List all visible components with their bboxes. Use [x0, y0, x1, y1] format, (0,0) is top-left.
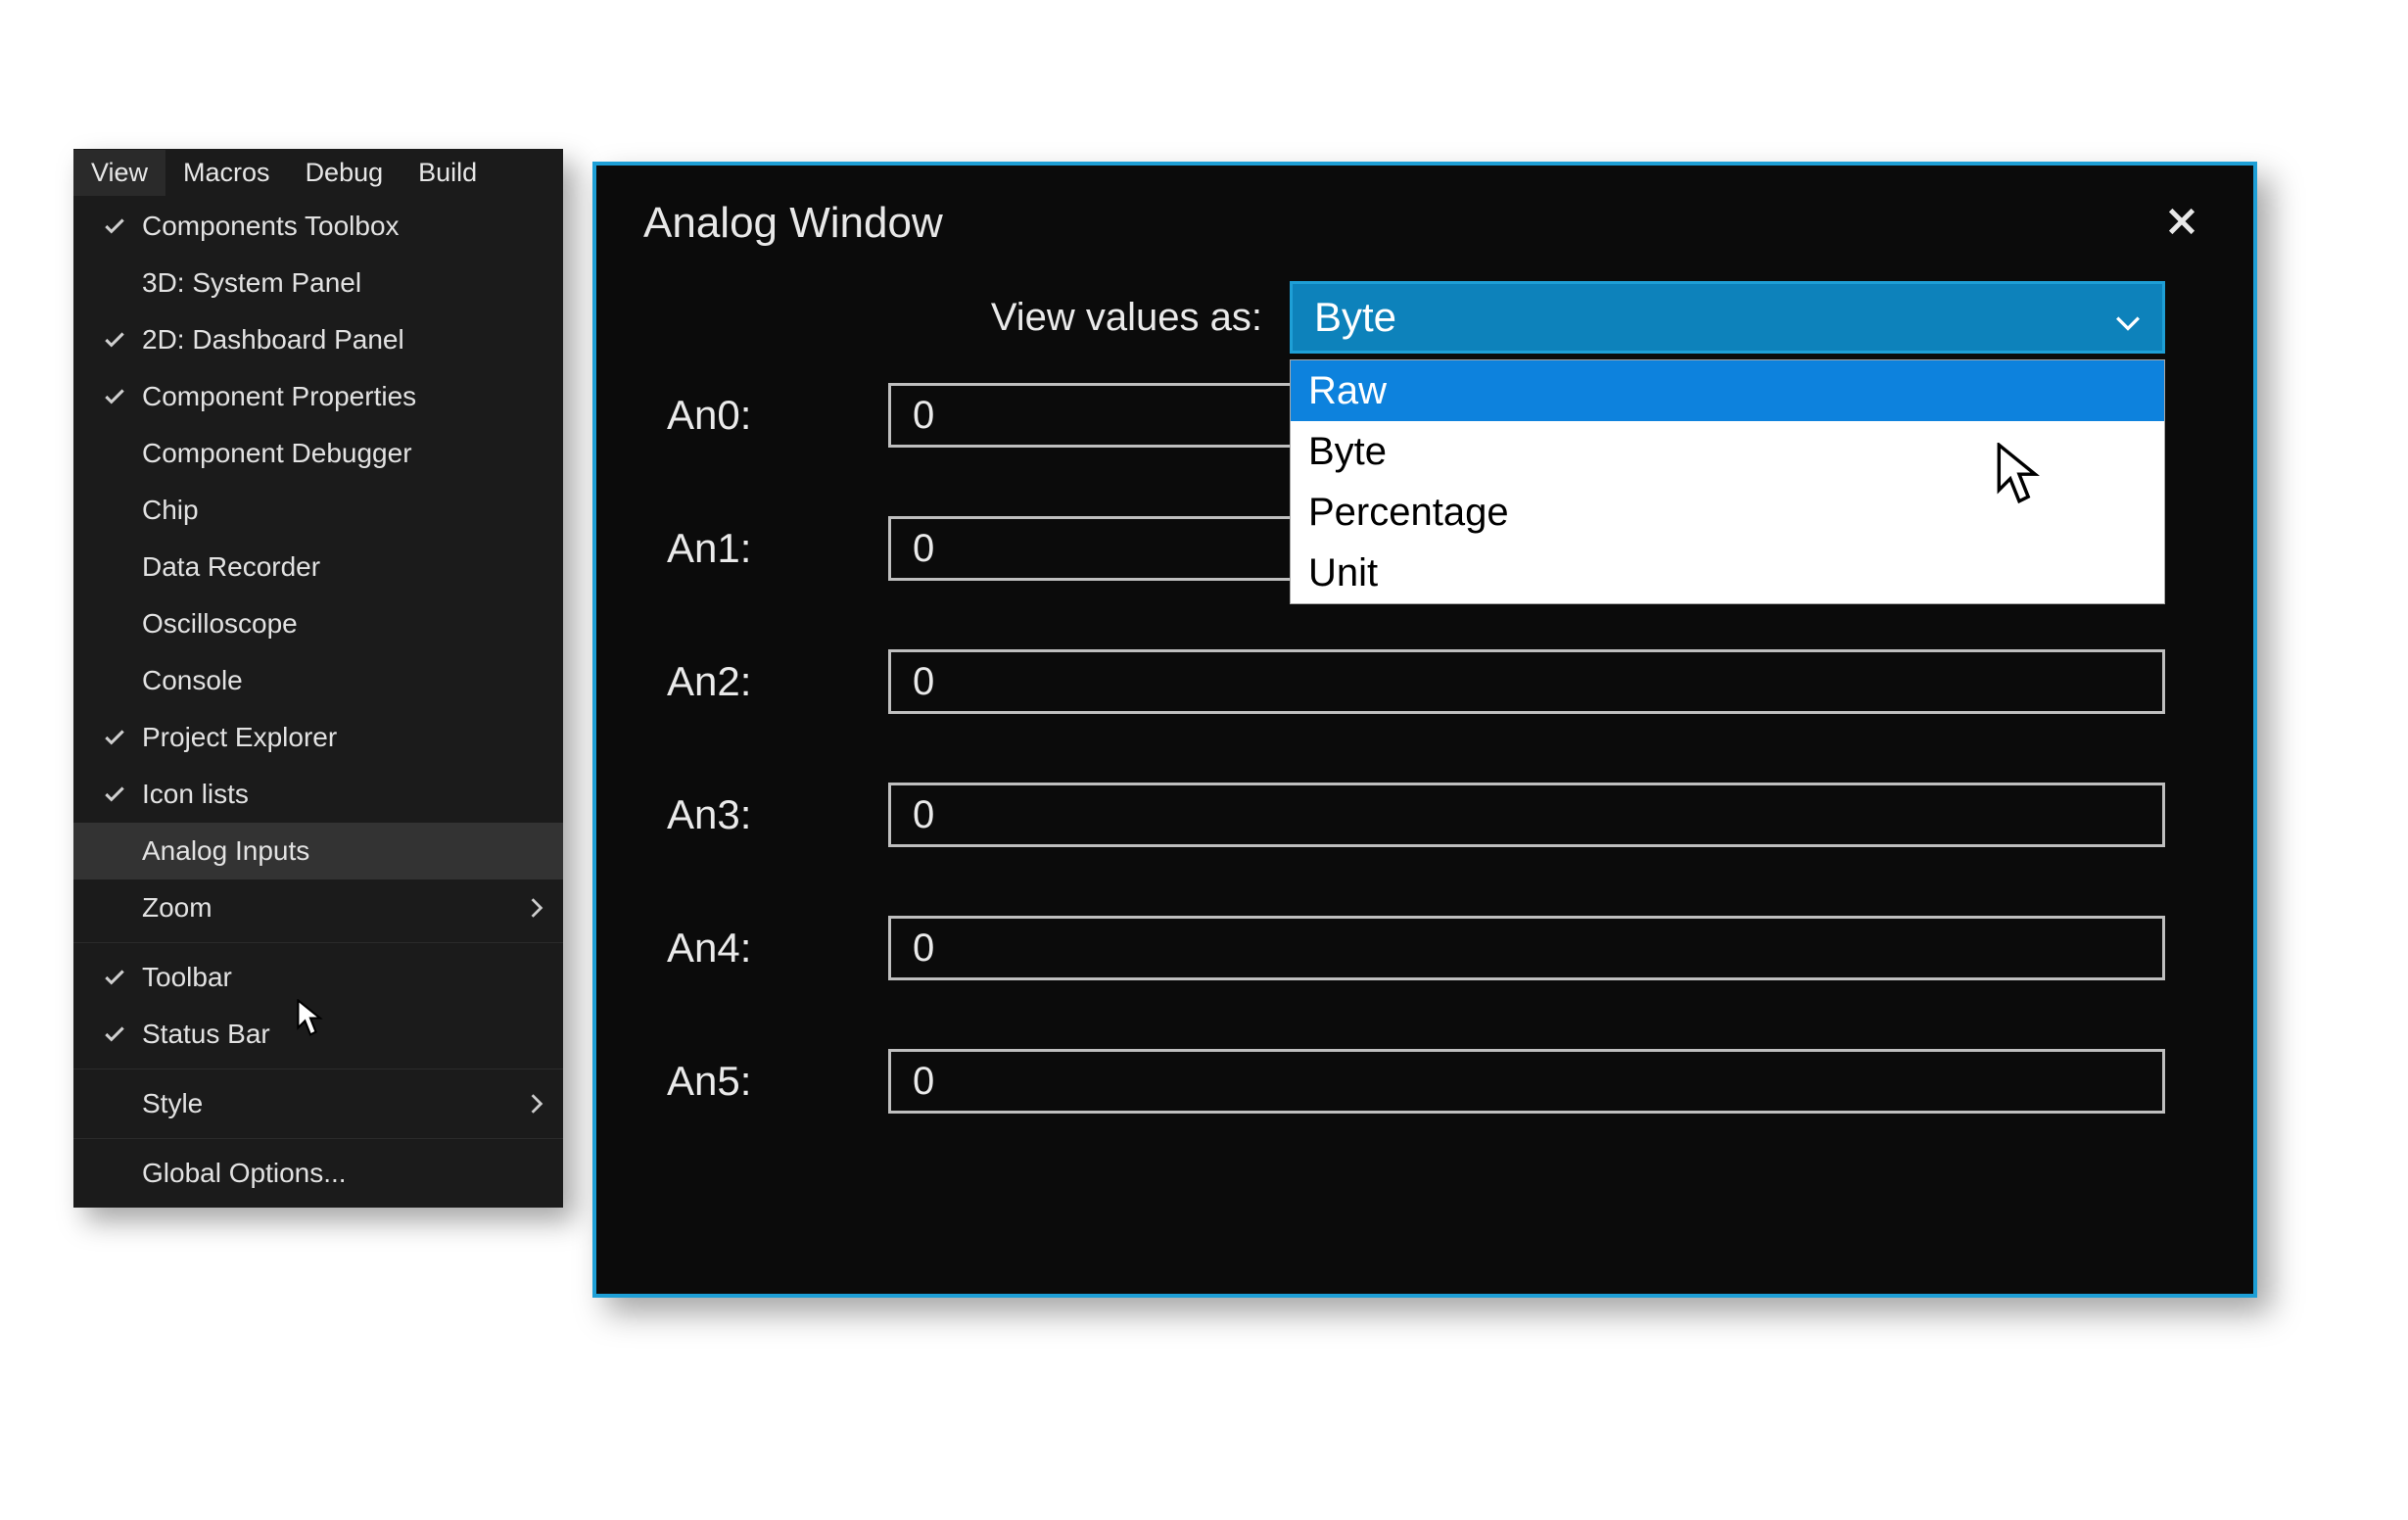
close-icon	[2165, 205, 2198, 243]
view-menu-body: Components Toolbox 3D: System Panel 2D: …	[73, 196, 563, 1208]
view-menu-panel: View Macros Debug Build Components Toolb…	[73, 149, 563, 1208]
menu-item-label: Project Explorer	[142, 722, 547, 753]
check-icon	[87, 725, 142, 750]
check-icon	[87, 1021, 142, 1047]
menu-item-analog-inputs[interactable]: Analog Inputs	[73, 823, 563, 879]
combo-dropdown-list: Raw Byte Percentage Unit	[1290, 359, 2165, 604]
menu-separator	[73, 942, 563, 943]
channel-value-an2[interactable]: 0	[888, 649, 2165, 714]
menubar: View Macros Debug Build	[73, 149, 563, 196]
chevron-right-icon	[526, 1093, 547, 1115]
menu-item-global-options[interactable]: Global Options...	[73, 1145, 563, 1202]
channel-label-an3: An3:	[667, 791, 804, 838]
channel-value-an3[interactable]: 0	[888, 783, 2165, 847]
menu-item-label: Data Recorder	[142, 551, 547, 583]
menu-item-label: Chip	[142, 495, 547, 526]
menu-item-label: Status Bar	[142, 1019, 547, 1050]
channel-label-an1: An1:	[667, 525, 804, 572]
menu-item-console[interactable]: Console	[73, 652, 563, 709]
menu-item-icon-lists[interactable]: Icon lists	[73, 766, 563, 823]
menu-item-toolbar[interactable]: Toolbar	[73, 949, 563, 1006]
channel-value-an4[interactable]: 0	[888, 916, 2165, 980]
channel-label-an2: An2:	[667, 658, 804, 705]
menu-item-label: Components Toolbox	[142, 211, 547, 242]
chevron-right-icon	[526, 897, 547, 919]
menu-item-data-recorder[interactable]: Data Recorder	[73, 539, 563, 595]
menubar-item-view[interactable]: View	[73, 150, 165, 196]
menu-item-style[interactable]: Style	[73, 1075, 563, 1132]
menu-item-label: Console	[142, 665, 547, 696]
check-icon	[87, 965, 142, 990]
menu-item-3d-system-panel[interactable]: 3D: System Panel	[73, 255, 563, 311]
menu-item-label: Icon lists	[142, 779, 547, 810]
view-values-as-label: View values as:	[685, 296, 1262, 340]
channel-value-an5[interactable]: 0	[888, 1049, 2165, 1114]
check-icon	[87, 327, 142, 353]
check-icon	[87, 782, 142, 807]
combo-selected-text: Byte	[1314, 294, 1396, 341]
analog-window-title: Analog Window	[643, 199, 943, 248]
menu-item-component-properties[interactable]: Component Properties	[73, 368, 563, 425]
channel-label-an0: An0:	[667, 392, 804, 439]
menu-item-label: 3D: System Panel	[142, 267, 547, 299]
combo-option-unit[interactable]: Unit	[1291, 543, 2164, 603]
menu-separator	[73, 1138, 563, 1139]
menu-item-label: Global Options...	[142, 1158, 547, 1189]
menu-item-label: Component Debugger	[142, 438, 547, 469]
channel-label-an5: An5:	[667, 1058, 804, 1105]
menu-item-component-debugger[interactable]: Component Debugger	[73, 425, 563, 482]
menu-item-label: Analog Inputs	[142, 835, 547, 867]
chevron-down-icon	[2115, 294, 2141, 341]
menu-item-status-bar[interactable]: Status Bar	[73, 1006, 563, 1063]
check-icon	[87, 214, 142, 239]
channel-label-an4: An4:	[667, 925, 804, 972]
check-icon	[87, 384, 142, 409]
combo-option-percentage[interactable]: Percentage	[1291, 482, 2164, 543]
menu-item-2d-dashboard-panel[interactable]: 2D: Dashboard Panel	[73, 311, 563, 368]
menu-item-label: Toolbar	[142, 962, 547, 993]
menu-item-oscilloscope[interactable]: Oscilloscope	[73, 595, 563, 652]
menu-item-zoom[interactable]: Zoom	[73, 879, 563, 936]
analog-window-titlebar: Analog Window	[596, 166, 2253, 277]
menu-item-label: Style	[142, 1088, 526, 1119]
combo-option-raw[interactable]: Raw	[1291, 360, 2164, 421]
menubar-item-build[interactable]: Build	[401, 150, 495, 196]
menu-item-label: Oscilloscope	[142, 608, 547, 640]
analog-channel-row: An2: 0	[667, 649, 2165, 714]
combo-option-byte[interactable]: Byte	[1291, 421, 2164, 482]
analog-channel-row: An3: 0	[667, 783, 2165, 847]
view-values-as-row: View values as: Byte Raw Byte Percentage…	[596, 277, 2253, 354]
analog-channel-row: An5: 0	[667, 1049, 2165, 1114]
view-values-as-combo[interactable]: Byte Raw Byte Percentage Unit	[1290, 281, 2165, 354]
menu-item-components-toolbox[interactable]: Components Toolbox	[73, 198, 563, 255]
menubar-item-macros[interactable]: Macros	[165, 150, 288, 196]
analog-window: Analog Window View values as: Byte Raw B…	[592, 162, 2257, 1298]
menu-item-chip[interactable]: Chip	[73, 482, 563, 539]
menu-item-project-explorer[interactable]: Project Explorer	[73, 709, 563, 766]
close-button[interactable]	[2157, 199, 2206, 248]
menu-item-label: Component Properties	[142, 381, 547, 412]
analog-channel-row: An4: 0	[667, 916, 2165, 980]
menu-item-label: Zoom	[142, 892, 526, 924]
combo-display[interactable]: Byte	[1290, 281, 2165, 354]
menu-item-label: 2D: Dashboard Panel	[142, 324, 547, 356]
menubar-item-debug[interactable]: Debug	[288, 150, 401, 196]
